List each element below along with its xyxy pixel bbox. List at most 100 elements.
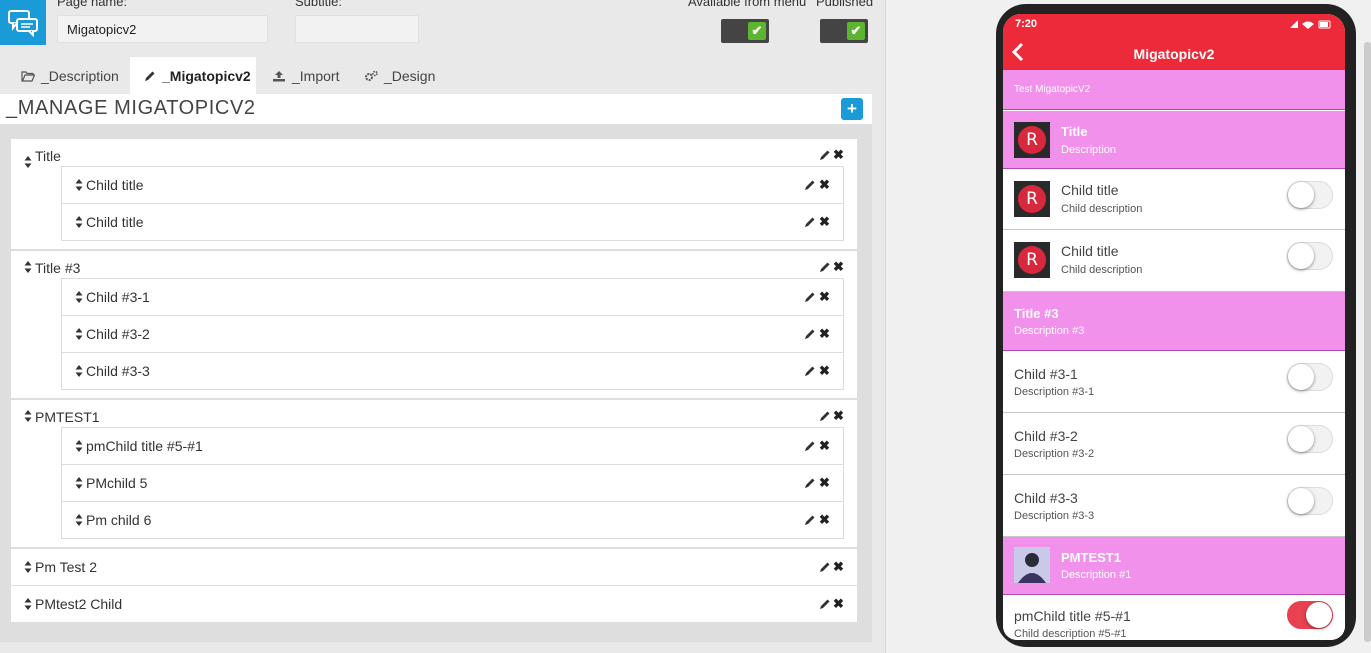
- row-description: Description #3-1: [1014, 386, 1095, 398]
- edit-icon[interactable]: [819, 410, 831, 422]
- row-label: PMTEST1: [35, 409, 100, 425]
- list-item-pmtest2-child[interactable]: PMtest2 Child ✖: [11, 586, 857, 623]
- banner-text: Test MigatopicV2: [1014, 84, 1091, 95]
- list-item-child[interactable]: pmChild title #5-#1 ✖: [61, 427, 844, 465]
- app-header-title: Migatopicv2: [1133, 46, 1215, 62]
- delete-icon[interactable]: ✖: [819, 215, 830, 228]
- row-label: Child title: [86, 214, 144, 230]
- subscribe-switch[interactable]: [1287, 181, 1333, 209]
- list-item-child[interactable]: Child #3-2 ✖: [61, 315, 844, 353]
- subscribe-switch[interactable]: [1287, 425, 1333, 453]
- sort-handle-icon[interactable]: [24, 409, 32, 423]
- edit-icon[interactable]: [804, 179, 816, 191]
- list-item-child[interactable]: Child #3-1 ✖: [61, 278, 844, 316]
- sort-handle-icon[interactable]: [75, 290, 83, 304]
- row-title: Child #3-1: [1014, 366, 1078, 382]
- section-title[interactable]: R Title Description: [1003, 111, 1345, 169]
- edit-icon[interactable]: [819, 149, 831, 161]
- delete-icon[interactable]: ✖: [819, 439, 830, 452]
- sort-handle-icon[interactable]: [75, 439, 83, 453]
- tab-design[interactable]: _Design: [350, 57, 449, 94]
- list-item-child[interactable]: Child #3-3 ✖: [61, 352, 844, 390]
- published-toggle[interactable]: ✔: [820, 19, 868, 43]
- row-label: Pm child 6: [86, 512, 152, 528]
- section-pmtest1[interactable]: PMTEST1 Description #1: [1003, 537, 1345, 595]
- row-label: PMtest2 Child: [35, 596, 123, 612]
- delete-icon[interactable]: ✖: [819, 327, 830, 340]
- list-item-child[interactable]: Child title ✖: [61, 203, 844, 241]
- row-description: Child description: [1061, 203, 1143, 215]
- delete-icon[interactable]: ✖: [833, 409, 844, 422]
- delete-icon[interactable]: ✖: [819, 178, 830, 191]
- sort-handle-icon[interactable]: [75, 327, 83, 341]
- page-name-label: Page name:: [57, 0, 128, 9]
- subscribe-switch[interactable]: [1287, 363, 1333, 391]
- sort-handle-icon[interactable]: [24, 155, 32, 169]
- edit-icon[interactable]: [804, 514, 816, 526]
- edit-icon[interactable]: [819, 261, 831, 273]
- add-item-button[interactable]: +: [841, 98, 863, 120]
- status-time: 7:20: [1015, 18, 1038, 30]
- sort-handle-icon[interactable]: [24, 597, 32, 611]
- sort-handle-icon[interactable]: [24, 560, 32, 574]
- topic-thumbnail: R: [1014, 122, 1050, 158]
- sort-handle-icon[interactable]: [75, 364, 83, 378]
- delete-icon[interactable]: ✖: [819, 513, 830, 526]
- tab-import[interactable]: _Import: [258, 57, 353, 94]
- page-name-input[interactable]: Migatopicv2: [57, 15, 268, 43]
- list-item-child[interactable]: PMchild 5 ✖: [61, 464, 844, 502]
- subscribe-switch[interactable]: [1287, 242, 1333, 270]
- preview-child-row[interactable]: R Child title Child description: [1003, 169, 1345, 230]
- scrollbar[interactable]: [1364, 42, 1371, 642]
- available-from-menu-toggle[interactable]: ✔: [721, 19, 769, 43]
- edit-icon[interactable]: [819, 561, 831, 573]
- preview-child-row[interactable]: pmChild title #5-#1 Child description #5…: [1003, 595, 1345, 640]
- list-item-pm-test-2[interactable]: Pm Test 2 ✖: [11, 549, 857, 586]
- edit-icon[interactable]: [804, 477, 816, 489]
- section-description: Description: [1061, 144, 1117, 156]
- list-item-child[interactable]: Child title ✖: [61, 166, 844, 204]
- delete-icon[interactable]: ✖: [833, 260, 844, 273]
- phone-screen: 7:20 Migatopicv2 Test MigatopicV2 R Titl…: [1003, 14, 1345, 640]
- sort-handle-icon[interactable]: [75, 513, 83, 527]
- sort-handle-icon[interactable]: [75, 476, 83, 490]
- delete-icon[interactable]: ✖: [819, 290, 830, 303]
- delete-icon[interactable]: ✖: [819, 476, 830, 489]
- preview-child-row[interactable]: Child #3-3 Description #3-3: [1003, 475, 1345, 537]
- edit-icon[interactable]: [804, 328, 816, 340]
- manage-header: _MANAGE MIGATOPICV2 +: [0, 94, 872, 124]
- row-label: Child title: [86, 177, 144, 193]
- row-label: Pm Test 2: [35, 559, 97, 575]
- subscribe-switch[interactable]: [1287, 601, 1333, 629]
- chat-bubbles-icon: [0, 0, 46, 45]
- tab-description[interactable]: _Description: [7, 57, 133, 94]
- gears-icon: [365, 70, 378, 81]
- sort-handle-icon[interactable]: [24, 260, 32, 274]
- subtitle-input[interactable]: [295, 15, 419, 43]
- check-icon: ✔: [847, 22, 865, 40]
- app-header: 7:20 Migatopicv2: [1003, 14, 1345, 70]
- delete-icon[interactable]: ✖: [833, 148, 844, 161]
- preview-child-row[interactable]: R Child title Child description: [1003, 230, 1345, 292]
- list-item-child[interactable]: Pm child 6 ✖: [61, 501, 844, 539]
- edit-icon[interactable]: [804, 440, 816, 452]
- subscribe-switch[interactable]: [1287, 487, 1333, 515]
- preview-child-row[interactable]: Child #3-1 Description #3-1: [1003, 351, 1345, 413]
- row-description: Description #3-3: [1014, 510, 1095, 522]
- banner: Test MigatopicV2: [1003, 70, 1345, 110]
- delete-icon[interactable]: ✖: [833, 597, 844, 610]
- edit-icon[interactable]: [819, 598, 831, 610]
- page-editor-pane: Page name: Migatopicv2 Subtitle: Availab…: [0, 0, 886, 653]
- edit-icon[interactable]: [804, 216, 816, 228]
- delete-icon[interactable]: ✖: [833, 560, 844, 573]
- delete-icon[interactable]: ✖: [819, 364, 830, 377]
- tab-migatopicv2[interactable]: _Migatopicv2: [130, 57, 256, 94]
- edit-icon[interactable]: [804, 365, 816, 377]
- sort-handle-icon[interactable]: [75, 178, 83, 192]
- sort-handle-icon[interactable]: [75, 215, 83, 229]
- preview-child-row[interactable]: Child #3-2 Description #3-2: [1003, 413, 1345, 475]
- upload-icon: [273, 70, 285, 81]
- tab-label: _Design: [384, 67, 436, 84]
- section-title-3[interactable]: Title #3 Description #3: [1003, 292, 1345, 351]
- edit-icon[interactable]: [804, 291, 816, 303]
